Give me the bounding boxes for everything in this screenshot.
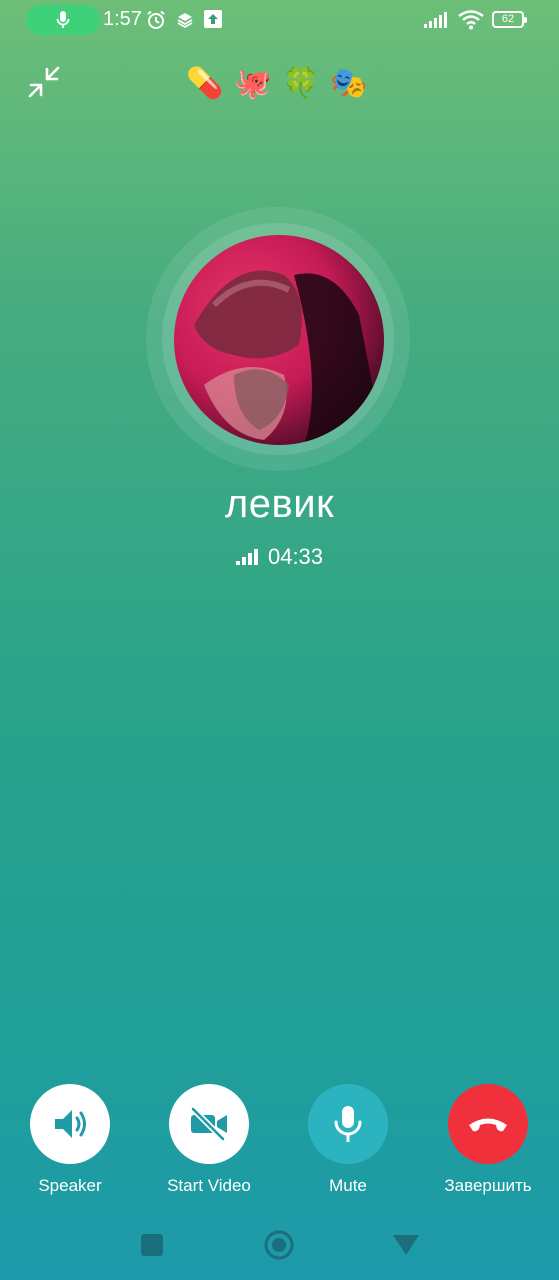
layers-icon [177, 13, 193, 29]
octopus-emoji: 🐙 [234, 67, 272, 100]
video-off-icon [190, 1106, 227, 1142]
encryption-emoji-key[interactable]: 💊 🐙 🍀 🎭 [186, 64, 376, 104]
mute-label: Mute [329, 1176, 367, 1195]
mic-icon [334, 1106, 362, 1142]
recents-icon [141, 1234, 163, 1256]
speaker-icon [55, 1110, 86, 1138]
back-icon [393, 1235, 419, 1255]
call-controls: Speaker Start Video Mute Завершить [0, 1084, 559, 1204]
status-time: 1:57 [103, 8, 142, 30]
upload-icon [204, 10, 222, 28]
recents-button[interactable] [137, 1230, 167, 1260]
caller-name: левик [224, 482, 335, 526]
end-call-button[interactable]: Завершить [433, 1084, 543, 1196]
home-icon [264, 1230, 294, 1260]
caller-avatar [174, 235, 384, 445]
alarm-icon [147, 10, 165, 29]
pill-emoji: 💊 [186, 67, 224, 100]
minimize-call-button[interactable] [26, 64, 62, 100]
start-video-button-circle[interactable] [169, 1084, 249, 1164]
wifi-icon [458, 10, 484, 30]
call-duration: 04:33 [267, 544, 324, 569]
speaker-button[interactable]: Speaker [15, 1084, 125, 1196]
battery-level: 62 [501, 13, 515, 25]
status-bar: 1:57 62 [0, 0, 559, 40]
home-button[interactable] [264, 1230, 294, 1260]
back-button[interactable] [391, 1230, 421, 1260]
end-call-label: Завершить [444, 1176, 532, 1195]
collapse-icon [28, 66, 60, 98]
speaker-button-circle[interactable] [30, 1084, 110, 1164]
start-video-button[interactable]: Start Video [154, 1084, 264, 1196]
end-call-button-circle[interactable] [448, 1084, 528, 1164]
call-status: 04:33 [0, 544, 559, 570]
clover-emoji: 🍀 [282, 67, 320, 100]
mute-button-circle[interactable] [308, 1084, 388, 1164]
signal-bars-icon [235, 549, 258, 565]
speaker-label: Speaker [38, 1176, 102, 1195]
mute-button[interactable]: Mute [293, 1084, 403, 1196]
theater-masks-emoji: 🎭 [330, 67, 368, 100]
mic-icon [56, 11, 70, 28]
signal-icon [424, 12, 447, 28]
hang-up-icon [469, 1118, 507, 1132]
mic-active-indicator[interactable] [26, 5, 100, 35]
start-video-label: Start Video [167, 1176, 251, 1195]
battery-icon: 62 [492, 11, 527, 28]
system-nav-bar [0, 1220, 559, 1270]
avatar-photo [194, 270, 384, 445]
